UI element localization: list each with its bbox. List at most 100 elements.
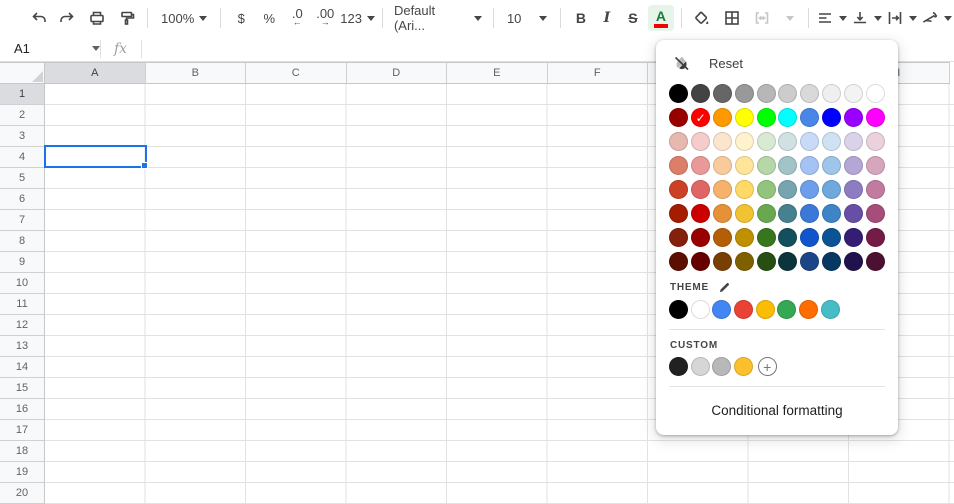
color-swatch[interactable] <box>669 204 689 223</box>
color-swatch[interactable] <box>865 156 885 175</box>
row-header[interactable]: 17 <box>0 420 45 441</box>
color-swatch[interactable] <box>669 252 689 271</box>
row-header[interactable]: 10 <box>0 273 45 294</box>
color-swatch[interactable] <box>821 252 841 271</box>
color-swatch[interactable] <box>712 204 732 223</box>
color-swatch[interactable] <box>691 84 711 103</box>
color-swatch[interactable] <box>691 252 711 271</box>
color-swatch[interactable] <box>843 180 863 199</box>
color-swatch[interactable] <box>712 156 732 175</box>
color-swatch[interactable] <box>669 132 689 151</box>
row-header[interactable]: 13 <box>0 336 45 357</box>
color-swatch[interactable] <box>865 228 885 247</box>
color-swatch[interactable] <box>756 180 776 199</box>
row-header[interactable]: 14 <box>0 357 45 378</box>
format-percent-button[interactable]: % <box>256 5 282 31</box>
color-swatch[interactable] <box>800 108 820 127</box>
color-swatch[interactable] <box>669 357 688 376</box>
color-swatch[interactable] <box>669 180 689 199</box>
row-header[interactable]: 4 <box>0 147 45 168</box>
bold-button[interactable]: B <box>568 5 594 31</box>
color-swatch[interactable] <box>865 132 885 151</box>
increase-decimal-button[interactable]: .00 → <box>312 5 338 31</box>
color-swatch[interactable] <box>755 300 775 319</box>
color-swatch[interactable] <box>778 156 798 175</box>
color-swatch[interactable] <box>712 132 732 151</box>
color-swatch[interactable] <box>865 108 885 127</box>
row-header[interactable]: 2 <box>0 105 45 126</box>
color-swatch[interactable] <box>734 204 754 223</box>
borders-button[interactable] <box>719 5 745 31</box>
color-swatch[interactable] <box>778 204 798 223</box>
select-all-corner[interactable] <box>0 62 45 84</box>
color-swatch[interactable] <box>778 180 798 199</box>
color-swatch[interactable] <box>669 228 689 247</box>
strikethrough-button[interactable]: S <box>620 5 646 31</box>
color-swatch[interactable] <box>712 108 732 127</box>
vertical-align-button[interactable] <box>851 5 882 31</box>
text-color-button[interactable]: A <box>647 5 674 31</box>
color-swatch[interactable] <box>865 252 885 271</box>
color-swatch[interactable] <box>778 252 798 271</box>
color-swatch[interactable] <box>800 132 820 151</box>
row-header[interactable]: 5 <box>0 168 45 189</box>
fill-color-button[interactable] <box>689 5 715 31</box>
color-swatch[interactable] <box>734 357 754 376</box>
name-box[interactable]: A1 <box>0 41 100 56</box>
color-swatch[interactable] <box>734 108 754 127</box>
text-rotation-button[interactable] <box>921 5 952 31</box>
color-swatch[interactable] <box>690 300 710 319</box>
color-swatch[interactable] <box>843 84 863 103</box>
color-swatch[interactable] <box>778 108 798 127</box>
color-swatch[interactable] <box>690 357 710 376</box>
color-swatch[interactable] <box>843 252 863 271</box>
color-swatch[interactable] <box>669 108 689 127</box>
color-swatch[interactable] <box>669 84 689 103</box>
color-swatch[interactable] <box>712 300 732 319</box>
column-header[interactable]: A <box>45 62 146 84</box>
color-swatch[interactable] <box>778 84 798 103</box>
more-formats-button[interactable]: 123 <box>340 5 375 31</box>
row-header[interactable]: 18 <box>0 441 45 462</box>
color-swatch[interactable] <box>756 252 776 271</box>
row-header[interactable]: 3 <box>0 126 45 147</box>
horizontal-align-button[interactable] <box>816 5 847 31</box>
undo-button[interactable] <box>26 5 52 31</box>
color-swatch[interactable] <box>756 132 776 151</box>
zoom-select[interactable]: 100% <box>155 5 213 31</box>
row-header[interactable]: 16 <box>0 399 45 420</box>
font-size-select[interactable]: 10 <box>501 5 553 31</box>
color-swatch[interactable] <box>734 252 754 271</box>
color-swatch[interactable] <box>821 180 841 199</box>
color-swatch[interactable] <box>756 84 776 103</box>
color-swatch[interactable] <box>734 132 754 151</box>
redo-button[interactable] <box>54 5 80 31</box>
color-swatch[interactable] <box>712 252 732 271</box>
column-header[interactable]: B <box>145 62 246 84</box>
color-swatch[interactable] <box>843 108 863 127</box>
decrease-decimal-button[interactable]: .0 ← <box>284 5 310 31</box>
color-swatch[interactable] <box>799 300 819 319</box>
row-header[interactable]: 6 <box>0 189 45 210</box>
color-swatch[interactable] <box>734 300 754 319</box>
edit-theme-pencil-icon[interactable] <box>718 281 731 294</box>
color-swatch[interactable] <box>691 180 711 199</box>
column-header[interactable]: C <box>246 62 347 84</box>
reset-button[interactable]: Reset <box>668 48 886 78</box>
color-swatch[interactable] <box>691 228 711 247</box>
color-swatch[interactable] <box>821 132 841 151</box>
font-family-select[interactable]: Default (Ari... <box>390 3 486 33</box>
conditional-formatting-button[interactable]: Conditional formatting <box>668 387 886 433</box>
row-header[interactable]: 19 <box>0 462 45 483</box>
color-swatch[interactable] <box>756 204 776 223</box>
color-swatch[interactable] <box>821 108 841 127</box>
color-swatch[interactable] <box>734 156 754 175</box>
color-swatch[interactable] <box>777 300 797 319</box>
print-icon[interactable] <box>84 5 110 31</box>
color-swatch[interactable] <box>756 228 776 247</box>
color-swatch[interactable] <box>821 228 841 247</box>
column-header[interactable]: F <box>547 62 648 84</box>
add-custom-color-button[interactable]: + <box>757 357 777 376</box>
color-swatch[interactable] <box>821 156 841 175</box>
column-header[interactable]: D <box>346 62 447 84</box>
